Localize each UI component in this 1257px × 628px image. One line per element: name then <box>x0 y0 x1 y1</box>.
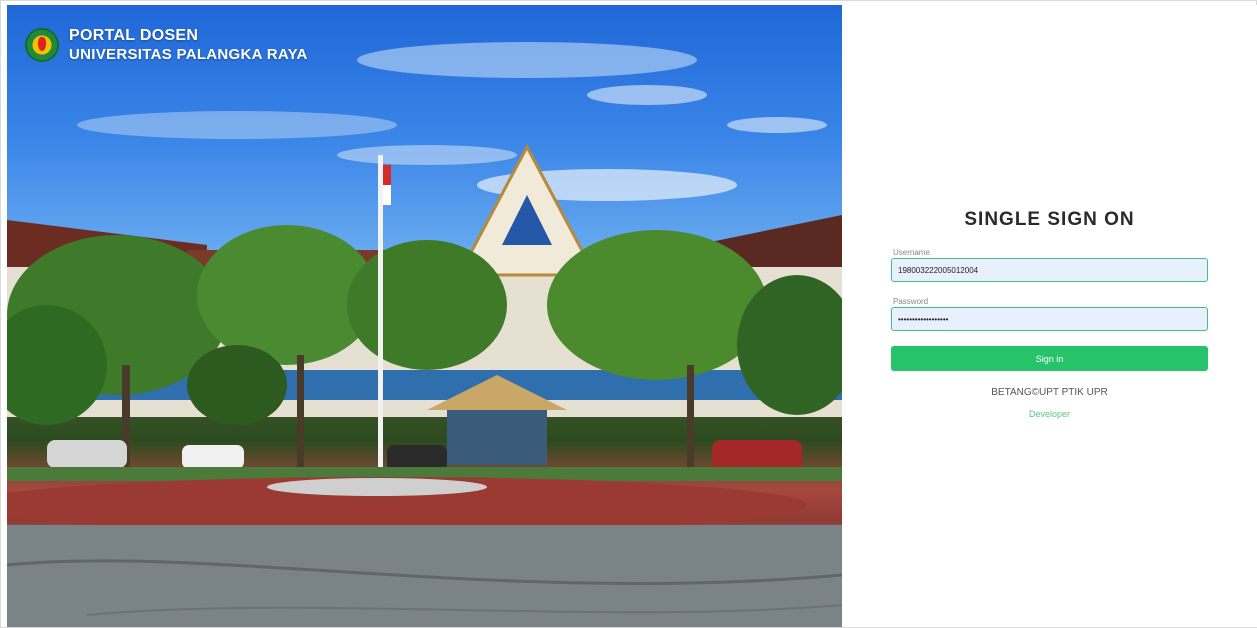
portal-title: PORTAL DOSEN <box>69 27 199 44</box>
developer-link[interactable]: Developer <box>842 409 1257 419</box>
page-frame: PORTAL DOSEN UNIVERSITAS PALANGKA RAYA S… <box>0 0 1257 628</box>
university-name: UNIVERSITAS PALANGKA RAYA <box>69 46 308 63</box>
password-input[interactable] <box>891 307 1208 331</box>
campus-hero-image: PORTAL DOSEN UNIVERSITAS PALANGKA RAYA <box>7 5 842 627</box>
copyright-text: BETANG©UPT PTIK UPR <box>991 387 1108 398</box>
university-logo-icon <box>25 28 59 62</box>
brand-header: PORTAL DOSEN UNIVERSITAS PALANGKA RAYA <box>25 25 308 65</box>
login-title: SINGLE SIGN ON <box>964 209 1135 230</box>
login-panel: SINGLE SIGN ON Username Password Sign in… <box>842 5 1257 627</box>
campus-photo-illustration <box>7 42 842 627</box>
brand-text: PORTAL DOSEN UNIVERSITAS PALANGKA RAYA <box>69 26 308 64</box>
password-label: Password <box>893 297 929 306</box>
username-label: Username <box>893 248 930 257</box>
sign-in-button[interactable]: Sign in <box>891 346 1208 371</box>
username-input[interactable] <box>891 258 1208 282</box>
